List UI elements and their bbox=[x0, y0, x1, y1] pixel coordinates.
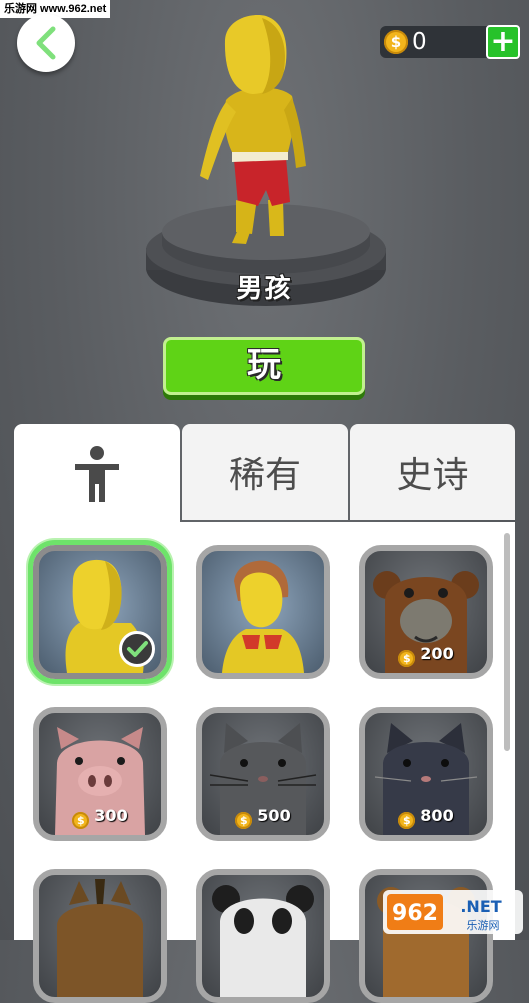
character-name: 男孩 bbox=[236, 274, 293, 304]
tab-basic[interactable] bbox=[14, 424, 180, 524]
price-tag: $300 bbox=[39, 806, 161, 829]
price-tag: $200 bbox=[365, 644, 487, 667]
watermark-logo: 962 .NET 乐游网 bbox=[383, 890, 523, 934]
scrollbar[interactable] bbox=[504, 533, 510, 751]
coin-icon: $ bbox=[72, 812, 90, 829]
panda-skin bbox=[212, 885, 314, 997]
skin-card-girl[interactable] bbox=[196, 545, 330, 679]
play-button[interactable]: 玩 bbox=[163, 337, 365, 395]
price-tag: $800 bbox=[365, 806, 487, 829]
watermark-net: .NET bbox=[460, 897, 501, 916]
skin-card-pig[interactable]: $300 bbox=[33, 707, 167, 841]
watermark-sub: 乐游网 bbox=[467, 919, 500, 932]
girl-skin bbox=[222, 560, 304, 673]
price-tag: $500 bbox=[202, 806, 324, 829]
selected-check-icon bbox=[119, 631, 155, 667]
coin-icon: $ bbox=[398, 650, 416, 667]
skin-card-dark-cat[interactable]: $800 bbox=[359, 707, 493, 841]
person-icon bbox=[75, 446, 119, 502]
coin-icon: $ bbox=[235, 812, 253, 829]
horse-skin bbox=[57, 879, 143, 997]
coin-icon: $ bbox=[398, 812, 416, 829]
skin-category-tabs: 稀有 史诗 bbox=[14, 424, 515, 524]
skin-card-monkey[interactable]: $200 bbox=[359, 545, 493, 679]
skin-card-panda[interactable] bbox=[196, 869, 330, 1003]
skin-card-gray-cat[interactable]: $500 bbox=[196, 707, 330, 841]
tab-rare[interactable]: 稀有 bbox=[182, 424, 348, 520]
skin-card-yellow-boy[interactable] bbox=[33, 545, 167, 679]
watermark-number: 962 bbox=[392, 901, 438, 926]
tab-epic[interactable]: 史诗 bbox=[350, 424, 515, 520]
skin-card-horse[interactable] bbox=[33, 869, 167, 1003]
